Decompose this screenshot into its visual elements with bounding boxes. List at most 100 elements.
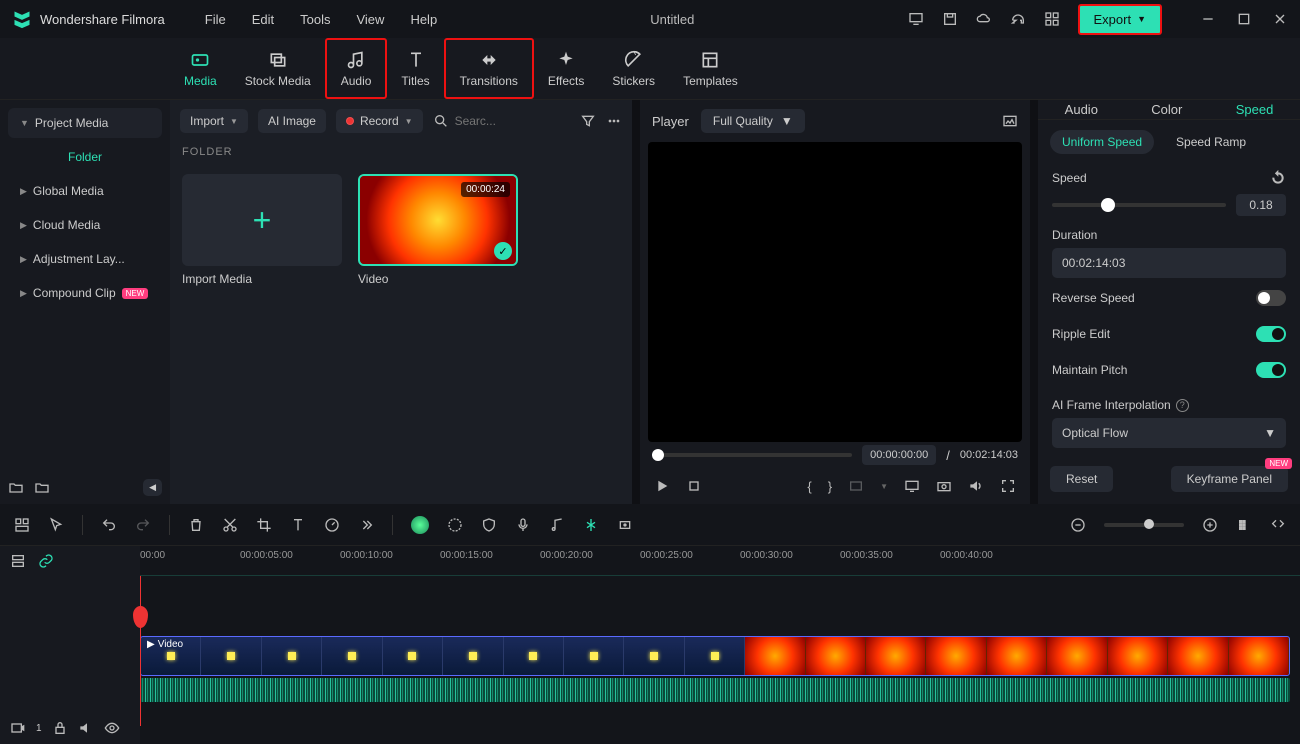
tab-stock-media[interactable]: Stock Media <box>231 38 325 99</box>
sidebar-global-media[interactable]: ▶Global Media <box>8 176 162 206</box>
mic-icon[interactable] <box>515 517 531 533</box>
volume-icon[interactable] <box>968 478 984 494</box>
quality-select[interactable]: Full Quality▼ <box>701 109 805 133</box>
link-icon[interactable] <box>38 553 54 569</box>
pointer-icon[interactable] <box>48 517 64 533</box>
search-input[interactable] <box>455 114 535 128</box>
timeline-tracks[interactable]: 00:00 00:00:05:00 00:00:10:00 00:00:15:0… <box>140 546 1300 744</box>
zoom-slider[interactable] <box>1104 523 1184 527</box>
cloud-icon[interactable] <box>976 11 992 27</box>
collapse-sidebar-button[interactable]: ◀ <box>143 479 162 496</box>
import-media-tile[interactable]: + Import Media <box>182 174 342 286</box>
new-folder-icon[interactable] <box>8 480 24 496</box>
lock-icon[interactable] <box>52 720 68 736</box>
duration-input[interactable] <box>1052 248 1286 278</box>
video-clip-tile[interactable]: 00:00:24✓ Video <box>358 174 518 286</box>
menu-view[interactable]: View <box>356 12 384 27</box>
chevron-down-icon[interactable]: ▼ <box>880 482 888 491</box>
menu-file[interactable]: File <box>205 12 226 27</box>
ai-portrait-icon[interactable] <box>411 516 429 534</box>
layout-icon[interactable] <box>14 517 30 533</box>
visibility-icon[interactable] <box>104 720 120 736</box>
shield-icon[interactable] <box>481 517 497 533</box>
scrub-slider[interactable] <box>652 453 852 457</box>
tab-media[interactable]: Media <box>170 38 231 99</box>
help-icon[interactable]: ? <box>1176 399 1189 412</box>
keyframe-panel-button[interactable]: Keyframe Panel <box>1171 466 1288 492</box>
sidebar-cloud-media[interactable]: ▶Cloud Media <box>8 210 162 240</box>
video-track-icon[interactable] <box>10 720 26 736</box>
pitch-toggle[interactable] <box>1256 362 1286 378</box>
maximize-icon[interactable] <box>1236 11 1252 27</box>
audio-sync-icon[interactable] <box>549 517 565 533</box>
ripple-toggle[interactable] <box>1256 326 1286 342</box>
mark-in-icon[interactable]: { <box>807 479 811 494</box>
subtab-uniform-speed[interactable]: Uniform Speed <box>1050 130 1154 154</box>
export-button[interactable]: Export ▼ <box>1078 4 1163 35</box>
timeline-ruler[interactable]: 00:00 00:00:05:00 00:00:10:00 00:00:15:0… <box>140 546 1300 576</box>
play-icon[interactable] <box>654 478 670 494</box>
grid-icon[interactable] <box>1044 11 1060 27</box>
more-icon[interactable] <box>606 113 622 129</box>
cut-icon[interactable] <box>222 517 238 533</box>
fit-icon[interactable] <box>1270 517 1286 533</box>
undo-icon[interactable] <box>101 517 117 533</box>
zoom-out-icon[interactable] <box>1070 517 1086 533</box>
sidebar-adjustment-layer[interactable]: ▶Adjustment Lay... <box>8 244 162 274</box>
record-button[interactable]: Record▼ <box>336 109 423 133</box>
text-icon[interactable] <box>290 517 306 533</box>
tab-transitions[interactable]: Transitions <box>444 38 534 99</box>
mute-icon[interactable] <box>78 720 94 736</box>
snapshot-icon[interactable] <box>1002 113 1018 129</box>
reset-icon[interactable] <box>1270 170 1286 186</box>
speed-value[interactable]: 0.18 <box>1236 194 1286 216</box>
speed-icon[interactable] <box>324 517 340 533</box>
tab-templates[interactable]: Templates <box>669 38 752 99</box>
ai-image-button[interactable]: AI Image <box>258 109 326 133</box>
tab-titles[interactable]: Titles <box>387 38 443 99</box>
redo-icon[interactable] <box>135 517 151 533</box>
sidebar-folder[interactable]: Folder <box>8 142 162 172</box>
playhead[interactable] <box>140 576 141 726</box>
track-height-icon[interactable] <box>1236 517 1252 533</box>
display-icon[interactable] <box>904 478 920 494</box>
tab-audio[interactable]: Audio <box>325 38 388 99</box>
monitor-icon[interactable] <box>908 11 924 27</box>
reset-button[interactable]: Reset <box>1050 466 1113 492</box>
import-button[interactable]: Import▼ <box>180 109 248 133</box>
delete-icon[interactable] <box>188 517 204 533</box>
prop-tab-color[interactable]: Color <box>1151 102 1182 117</box>
marker-icon[interactable] <box>617 517 633 533</box>
ratio-icon[interactable] <box>848 478 864 494</box>
headphone-icon[interactable] <box>1010 11 1026 27</box>
video-clip[interactable]: ▶Video <box>140 636 1290 676</box>
snap-icon[interactable] <box>583 517 599 533</box>
sidebar-compound-clip[interactable]: ▶Compound ClipNEW <box>8 278 162 308</box>
mark-out-icon[interactable]: } <box>828 479 832 494</box>
close-icon[interactable] <box>1272 11 1288 27</box>
reverse-toggle[interactable] <box>1256 290 1286 306</box>
ai-method-select[interactable]: Optical Flow▼ <box>1052 418 1286 448</box>
crop-icon[interactable] <box>256 517 272 533</box>
zoom-in-icon[interactable] <box>1202 517 1218 533</box>
color-wheel-icon[interactable] <box>447 517 463 533</box>
save-icon[interactable] <box>942 11 958 27</box>
filter-icon[interactable] <box>580 113 596 129</box>
minimize-icon[interactable] <box>1200 11 1216 27</box>
speed-slider[interactable] <box>1052 203 1226 207</box>
menu-edit[interactable]: Edit <box>252 12 274 27</box>
menu-help[interactable]: Help <box>410 12 437 27</box>
fullscreen-icon[interactable] <box>1000 478 1016 494</box>
preview-canvas[interactable] <box>648 142 1022 442</box>
tab-effects[interactable]: Effects <box>534 38 598 99</box>
overflow-icon[interactable] <box>358 517 374 533</box>
tab-stickers[interactable]: Stickers <box>598 38 669 99</box>
camera-icon[interactable] <box>936 478 952 494</box>
prop-tab-audio[interactable]: Audio <box>1065 102 1098 117</box>
prop-tab-speed[interactable]: Speed <box>1236 102 1274 117</box>
track-layout-icon[interactable] <box>10 553 26 569</box>
folder-icon[interactable] <box>34 480 50 496</box>
sidebar-project-media[interactable]: ▼Project Media <box>8 108 162 138</box>
subtab-speed-ramp[interactable]: Speed Ramp <box>1164 130 1258 154</box>
menu-tools[interactable]: Tools <box>300 12 330 27</box>
